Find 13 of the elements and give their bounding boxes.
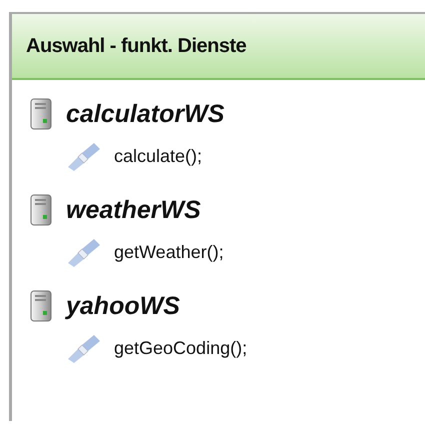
panel-title: Auswahl - funkt. Dienste — [26, 34, 246, 58]
plug-icon — [66, 237, 102, 267]
method-name[interactable]: getWeather(); — [114, 242, 224, 262]
method-name[interactable]: getGeoCoding(); — [114, 338, 248, 358]
service-name[interactable]: weatherWS — [66, 196, 201, 224]
plug-icon — [66, 141, 102, 171]
server-icon — [30, 194, 52, 226]
service-name[interactable]: calculatorWS — [66, 100, 224, 128]
server-icon — [30, 98, 52, 130]
service-name[interactable]: yahooWS — [66, 292, 180, 320]
plug-icon — [66, 333, 102, 363]
method-name[interactable]: calculate(); — [114, 146, 202, 166]
server-icon — [30, 290, 52, 322]
